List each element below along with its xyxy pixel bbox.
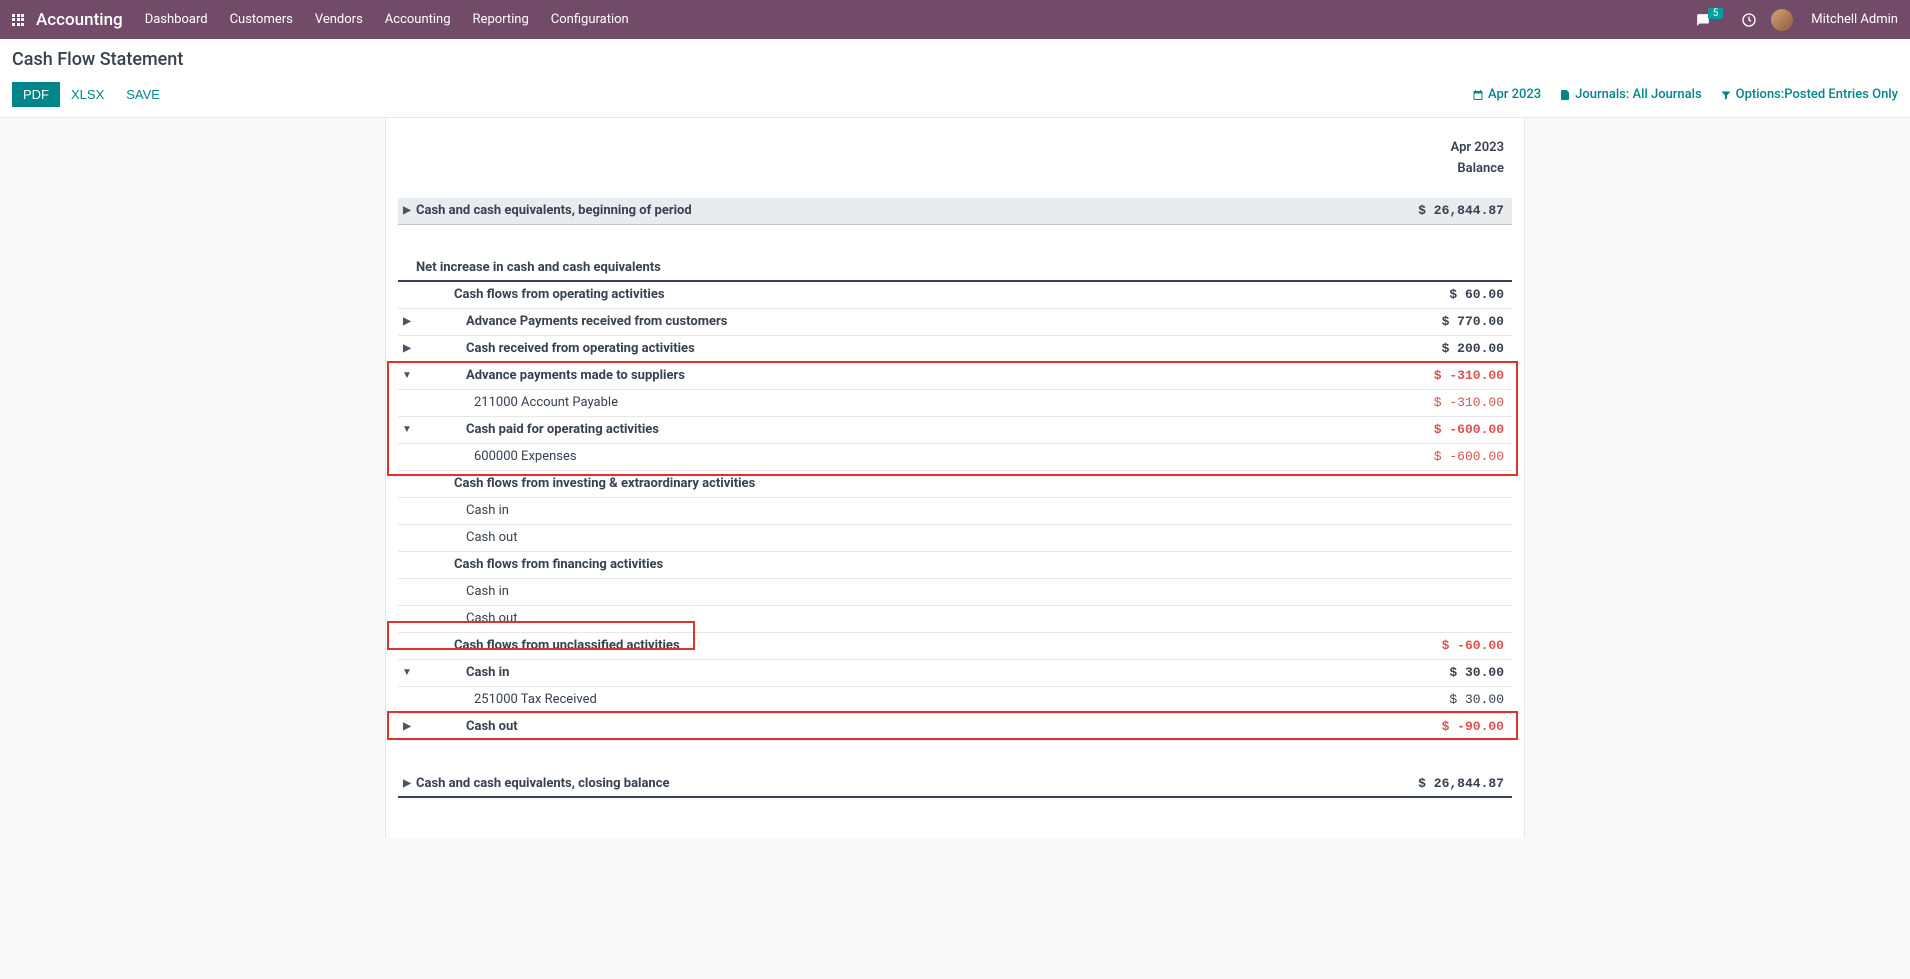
apps-icon[interactable] [12,14,24,26]
report-row[interactable]: ▼Cash paid for operating activities$ -60… [398,417,1512,444]
row-amount: $ 200.00 [1384,341,1504,356]
row-label: Cash and cash equivalents, beginning of … [416,203,1384,218]
report: Apr 2023 Balance ▶Cash and cash equivale… [385,118,1525,838]
caret-down-icon[interactable]: ▼ [398,424,416,435]
report-header: Apr 2023 Balance [398,138,1512,180]
row-amount: $ -310.00 [1384,395,1504,410]
row-label: Cash flows from unclassified activities [416,638,1384,653]
report-row[interactable]: Cash out [398,606,1512,633]
save-button[interactable]: SAVE [115,82,171,107]
caret-right-icon[interactable]: ▶ [398,721,416,732]
caret-right-icon[interactable]: ▶ [398,778,416,789]
clock-icon[interactable] [1741,12,1757,28]
caret-right-icon[interactable]: ▶ [398,343,416,354]
row-amount: $ 26,844.87 [1384,776,1504,791]
report-row[interactable]: Cash in [398,498,1512,525]
menu-customers[interactable]: Customers [230,12,293,27]
top-navbar: Accounting Dashboard Customers Vendors A… [0,0,1910,39]
toolbar-filters: Apr 2023 Journals: All Journals Options:… [1472,87,1898,102]
report-container: Apr 2023 Balance ▶Cash and cash equivale… [0,118,1910,838]
journals-filter-label: Journals: All Journals [1575,87,1701,102]
user-name[interactable]: Mitchell Admin [1811,12,1898,27]
report-row[interactable]: Cash flows from financing activities [398,552,1512,579]
avatar[interactable] [1771,9,1793,31]
row-label: Cash paid for operating activities [416,422,1384,437]
notification-badge: 5 [1708,8,1724,19]
row-label: Advance Payments received from customers [416,314,1384,329]
row-amount: $ 770.00 [1384,314,1504,329]
menu-dashboard[interactable]: Dashboard [145,12,208,27]
report-row[interactable]: Cash flows from operating activities$ 60… [398,282,1512,309]
report-row[interactable]: ▶Cash and cash equivalents, closing bala… [398,771,1512,798]
report-row[interactable]: ▶Cash out$ -90.00 [398,714,1512,741]
row-amount: $ -60.00 [1384,638,1504,653]
options-filter[interactable]: Options:Posted Entries Only [1720,87,1898,102]
report-row[interactable]: ▼Cash in$ 30.00 [398,660,1512,687]
row-amount: $ 30.00 [1384,665,1504,680]
row-amount: $ -600.00 [1384,449,1504,464]
options-filter-label: Options:Posted Entries Only [1736,87,1898,102]
report-row[interactable]: Net increase in cash and cash equivalent… [398,255,1512,282]
toolbar: PDF XLSX SAVE Apr 2023 Journals: All Jou… [12,82,1898,117]
report-row[interactable]: 600000 Expenses$ -600.00 [398,444,1512,471]
chat-icon[interactable]: 5 [1694,13,1728,27]
main-menu: Dashboard Customers Vendors Accounting R… [145,12,629,27]
page-title: Cash Flow Statement [12,49,1898,70]
row-amount: $ 60.00 [1384,287,1504,302]
date-filter[interactable]: Apr 2023 [1472,87,1541,102]
row-label: Cash out [416,719,1384,734]
row-label: Net increase in cash and cash equivalent… [416,260,1384,275]
report-row[interactable]: ▶Advance Payments received from customer… [398,309,1512,336]
row-label: Cash in [416,665,1384,680]
report-row[interactable]: ▼Advance payments made to suppliers$ -31… [398,363,1512,390]
row-label: Cash in [416,584,1384,599]
caret-down-icon[interactable]: ▼ [398,370,416,381]
subheader: Cash Flow Statement PDF XLSX SAVE Apr 20… [0,39,1910,118]
xlsx-button[interactable]: XLSX [60,82,115,107]
row-label: Cash out [416,611,1384,626]
book-icon [1559,89,1571,101]
menu-configuration[interactable]: Configuration [551,12,629,27]
row-amount: $ 30.00 [1384,692,1504,707]
report-rows: ▶Cash and cash equivalents, beginning of… [398,198,1512,798]
menu-accounting[interactable]: Accounting [385,12,451,27]
report-row[interactable]: Cash out [398,525,1512,552]
brand-title[interactable]: Accounting [36,10,123,30]
row-amount: $ 26,844.87 [1384,203,1504,218]
calendar-icon [1472,89,1484,101]
menu-vendors[interactable]: Vendors [315,12,363,27]
caret-right-icon[interactable]: ▶ [398,205,416,216]
report-row[interactable]: Cash flows from unclassified activities$… [398,633,1512,660]
caret-down-icon[interactable]: ▼ [398,667,416,678]
report-row[interactable]: ▶Cash received from operating activities… [398,336,1512,363]
report-row[interactable]: 251000 Tax Received$ 30.00 [398,687,1512,714]
report-row[interactable]: 211000 Account Payable$ -310.00 [398,390,1512,417]
row-label: Advance payments made to suppliers [416,368,1384,383]
report-row[interactable]: ▶Cash and cash equivalents, beginning of… [398,198,1512,225]
row-label: 600000 Expenses [416,449,1384,464]
row-label: Cash flows from financing activities [416,557,1384,572]
date-filter-label: Apr 2023 [1488,87,1541,102]
pdf-button[interactable]: PDF [12,82,60,107]
topbar-right: 5 Mitchell Admin [1694,9,1898,31]
row-amount: $ -90.00 [1384,719,1504,734]
report-row[interactable]: Cash flows from investing & extraordinar… [398,471,1512,498]
row-label: Cash received from operating activities [416,341,1384,356]
report-row[interactable]: Cash in [398,579,1512,606]
row-label: Cash in [416,503,1384,518]
row-amount: $ -600.00 [1384,422,1504,437]
row-label: Cash and cash equivalents, closing balan… [416,776,1384,791]
row-label: 251000 Tax Received [416,692,1384,707]
row-label: 211000 Account Payable [416,395,1384,410]
row-label: Cash out [416,530,1384,545]
menu-reporting[interactable]: Reporting [473,12,529,27]
row-amount: $ -310.00 [1384,368,1504,383]
report-period: Apr 2023 [398,138,1504,159]
journals-filter[interactable]: Journals: All Journals [1559,87,1701,102]
filter-icon [1720,89,1732,101]
report-balance-label: Balance [398,159,1504,180]
caret-right-icon[interactable]: ▶ [398,316,416,327]
row-label: Cash flows from investing & extraordinar… [416,476,1384,491]
row-label: Cash flows from operating activities [416,287,1384,302]
